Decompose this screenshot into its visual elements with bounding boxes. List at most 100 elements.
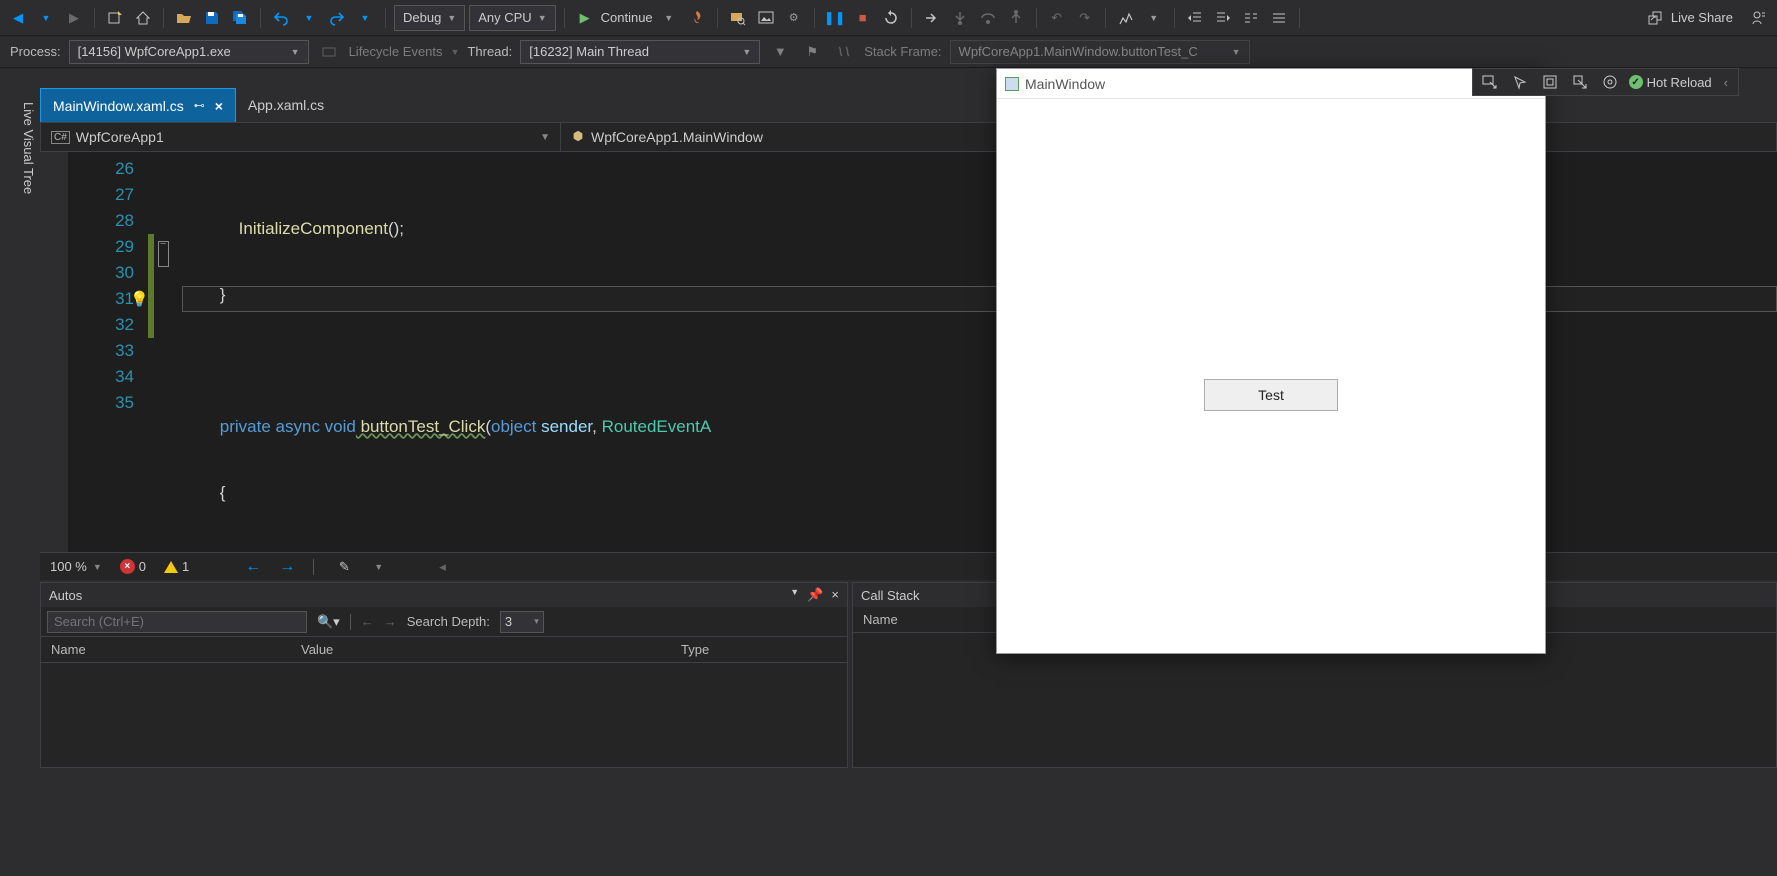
next-issue-icon[interactable]: → bbox=[279, 558, 295, 576]
app-titlebar[interactable]: MainWindow — bbox=[997, 69, 1545, 99]
step-out-icon[interactable] bbox=[1004, 6, 1028, 30]
prev-issue-icon[interactable]: ← bbox=[245, 558, 261, 576]
close-icon[interactable]: × bbox=[831, 587, 839, 603]
col-value-header[interactable]: Value bbox=[301, 642, 681, 657]
nav-back-dropdown-icon[interactable]: ▼ bbox=[34, 6, 58, 30]
undo-dropdown-icon[interactable]: ▼ bbox=[297, 6, 321, 30]
tab-mainwindow-xaml-cs[interactable]: MainWindow.xaml.cs ⊷ × bbox=[40, 88, 236, 122]
tab-label: MainWindow.xaml.cs bbox=[53, 98, 184, 114]
close-icon[interactable]: × bbox=[215, 98, 223, 114]
hot-reload-flame-icon[interactable] bbox=[685, 6, 709, 30]
rewind-icon[interactable]: ↶ bbox=[1045, 6, 1069, 30]
uncomment-icon[interactable] bbox=[1267, 6, 1291, 30]
test-button[interactable]: Test bbox=[1204, 379, 1338, 411]
intellitrace-dropdown-icon[interactable]: ▼ bbox=[1142, 6, 1166, 30]
inspect-element-icon[interactable] bbox=[1479, 71, 1501, 93]
redo-dropdown-icon[interactable]: ▼ bbox=[353, 6, 377, 30]
flag-icon[interactable]: ⚑ bbox=[800, 40, 824, 64]
class-icon bbox=[571, 129, 585, 146]
open-folder-icon[interactable] bbox=[172, 6, 196, 30]
find-in-files-icon[interactable] bbox=[726, 6, 750, 30]
pen-icon[interactable]: ✎ bbox=[332, 555, 356, 579]
scroll-left-icon[interactable]: ◂ bbox=[439, 559, 446, 575]
liveshare-label[interactable]: Live Share bbox=[1671, 10, 1733, 25]
col-type-header[interactable]: Type bbox=[681, 642, 837, 657]
separator bbox=[911, 8, 912, 28]
search-prev-icon[interactable]: ← bbox=[361, 614, 374, 629]
show-next-statement-icon[interactable] bbox=[920, 6, 944, 30]
warning-count[interactable]: 1 bbox=[164, 559, 189, 574]
autos-header: Autos ▼ 📌 × bbox=[41, 583, 847, 607]
process-dropdown[interactable]: [14156] WpfCoreApp1.exe▼ bbox=[69, 40, 309, 64]
separator bbox=[814, 8, 815, 28]
threads-icon[interactable] bbox=[832, 40, 856, 64]
layout-adorners-icon[interactable] bbox=[1539, 71, 1561, 93]
lifecycle-dropdown-icon[interactable]: ▼ bbox=[451, 47, 460, 57]
thread-dropdown[interactable]: [16232] Main Thread▼ bbox=[520, 40, 760, 64]
separator bbox=[564, 8, 565, 28]
comment-icon[interactable] bbox=[1239, 6, 1263, 30]
pen-dropdown-icon[interactable]: ▼ bbox=[374, 562, 383, 572]
hot-reload-button[interactable]: ✓ Hot Reload bbox=[1629, 75, 1712, 90]
lifecycle-icon[interactable] bbox=[317, 40, 341, 64]
continue-dropdown-icon[interactable]: ▼ bbox=[657, 6, 681, 30]
separator bbox=[94, 8, 95, 28]
feedback-icon[interactable] bbox=[1747, 6, 1771, 30]
step-into-icon[interactable] bbox=[948, 6, 972, 30]
pin-icon[interactable]: ⊷ bbox=[194, 99, 205, 112]
settings-small-icon[interactable]: ⚙ bbox=[782, 6, 806, 30]
running-app-window[interactable]: MainWindow — Test bbox=[996, 68, 1546, 654]
indent-less-icon[interactable] bbox=[1183, 6, 1207, 30]
panel-dropdown-icon[interactable]: ▼ bbox=[790, 587, 799, 603]
chevron-down-icon: ▼ bbox=[540, 132, 550, 143]
collapse-left-icon[interactable]: ‹ bbox=[1720, 75, 1732, 90]
pin-icon[interactable]: 📌 bbox=[807, 587, 823, 603]
screenshot-icon[interactable] bbox=[754, 6, 778, 30]
indent-more-icon[interactable] bbox=[1211, 6, 1235, 30]
filter-icon[interactable]: ▼ bbox=[768, 40, 792, 64]
nav-project-dropdown[interactable]: C# WpfCoreApp1 ▼ bbox=[41, 123, 561, 151]
continue-label[interactable]: Continue bbox=[601, 10, 653, 25]
new-project-icon[interactable] bbox=[103, 6, 127, 30]
zoom-dropdown[interactable]: 100 %▼ bbox=[50, 559, 102, 574]
app-icon bbox=[1005, 77, 1019, 91]
separator bbox=[1174, 8, 1175, 28]
warning-icon bbox=[164, 561, 178, 573]
search-icon[interactable]: 🔍▾ bbox=[317, 614, 340, 630]
home-icon[interactable] bbox=[131, 6, 155, 30]
tab-app-xaml-cs[interactable]: App.xaml.cs bbox=[236, 88, 336, 122]
liveshare-icon[interactable] bbox=[1643, 6, 1667, 30]
lightbulb-icon[interactable]: 💡 bbox=[130, 290, 149, 308]
fold-toggle-icon[interactable] bbox=[158, 241, 169, 267]
stackframe-label: Stack Frame: bbox=[864, 44, 941, 59]
restart-icon[interactable] bbox=[879, 6, 903, 30]
search-depth-dropdown[interactable]: 3▾ bbox=[500, 611, 544, 633]
continue-play-icon[interactable]: ▶ bbox=[573, 6, 597, 30]
error-count[interactable]: ×0 bbox=[120, 559, 146, 574]
hot-reload-label: Hot Reload bbox=[1647, 75, 1712, 90]
save-all-icon[interactable] bbox=[228, 6, 252, 30]
nav-back-icon[interactable]: ◀ bbox=[6, 6, 30, 30]
autos-search-input[interactable] bbox=[47, 611, 307, 633]
select-element-icon[interactable] bbox=[1509, 71, 1531, 93]
configuration-dropdown[interactable]: Debug▼ bbox=[394, 5, 465, 31]
save-icon[interactable] bbox=[200, 6, 224, 30]
live-visual-tree-tab[interactable]: Live Visual Tree bbox=[0, 88, 36, 208]
platform-dropdown[interactable]: Any CPU▼ bbox=[469, 5, 555, 31]
redo-icon[interactable] bbox=[325, 6, 349, 30]
pause-icon[interactable]: ❚❚ bbox=[823, 6, 847, 30]
intellitrace-icon[interactable] bbox=[1114, 6, 1138, 30]
error-icon: × bbox=[120, 559, 135, 574]
track-focused-icon[interactable] bbox=[1569, 71, 1591, 93]
binding-diagnostics-icon[interactable] bbox=[1599, 71, 1621, 93]
nav-type-dropdown[interactable]: WpfCoreApp1.MainWindow bbox=[561, 123, 773, 151]
search-next-icon[interactable]: → bbox=[384, 614, 397, 629]
stackframe-dropdown[interactable]: WpfCoreApp1.MainWindow.buttonTest_C▼ bbox=[950, 40, 1250, 64]
stop-icon[interactable]: ■ bbox=[851, 6, 875, 30]
col-name-header[interactable]: Name bbox=[51, 642, 301, 657]
undo-icon[interactable] bbox=[269, 6, 293, 30]
app-window-title: MainWindow bbox=[1025, 76, 1105, 92]
folding-column[interactable]: 💡 bbox=[154, 152, 182, 552]
fastforward-icon[interactable]: ↷ bbox=[1073, 6, 1097, 30]
step-over-icon[interactable] bbox=[976, 6, 1000, 30]
